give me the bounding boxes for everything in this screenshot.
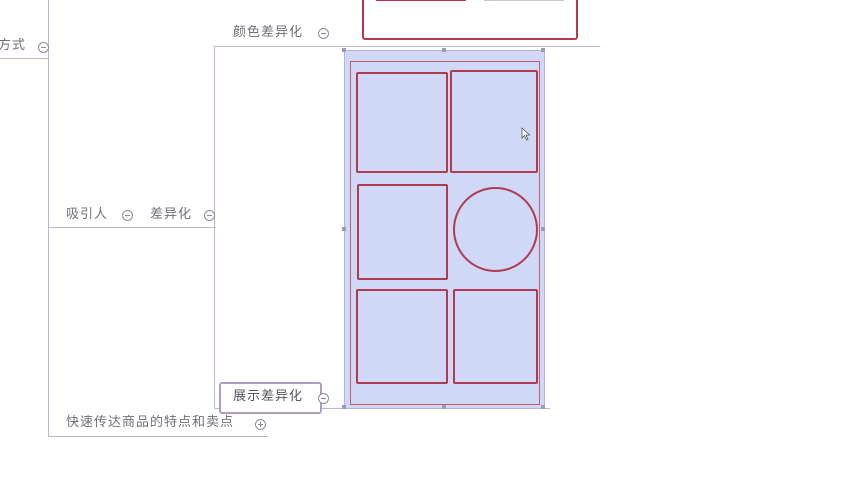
image-cell	[356, 289, 448, 384]
image-circle	[453, 187, 538, 272]
mouse-cursor-icon	[521, 127, 531, 141]
resize-handle[interactable]	[541, 48, 545, 52]
image-cell	[453, 289, 538, 384]
selected-image[interactable]	[344, 50, 545, 409]
node-diff[interactable]: 差异化	[150, 207, 192, 223]
node-color-diff[interactable]: 颜色差异化	[233, 25, 303, 41]
collapse-toggle[interactable]	[318, 28, 329, 39]
image-cell	[450, 70, 538, 173]
image-cell	[356, 72, 448, 173]
collapse-toggle[interactable]	[38, 42, 49, 53]
connector-line	[48, 227, 216, 228]
resize-handle[interactable]	[342, 227, 346, 231]
connector-line	[48, 436, 268, 437]
connector-line	[214, 46, 600, 47]
resize-handle[interactable]	[442, 48, 446, 52]
resize-handle[interactable]	[541, 405, 545, 409]
thumbnail-strip	[376, 0, 466, 1]
resize-handle[interactable]	[442, 405, 446, 409]
node-fangshi[interactable]: 方式	[0, 38, 26, 54]
resize-handle[interactable]	[342, 405, 346, 409]
connector-line	[48, 0, 49, 437]
node-display-diff: 展示差异化	[233, 389, 304, 404]
image-thumbnail-top[interactable]	[362, 0, 578, 40]
collapse-toggle[interactable]	[122, 210, 133, 221]
thumbnail-strip	[484, 0, 564, 1]
connector-line	[214, 46, 215, 408]
node-convey[interactable]: 快速传达商品的特点和卖点	[66, 415, 234, 431]
node-display-diff-selected[interactable]: 展示差异化	[219, 382, 322, 414]
expand-toggle[interactable]	[255, 419, 266, 430]
resize-handle[interactable]	[541, 227, 545, 231]
collapse-toggle[interactable]	[318, 393, 329, 404]
collapse-toggle[interactable]	[204, 210, 215, 221]
resize-handle[interactable]	[342, 48, 346, 52]
node-attract[interactable]: 吸引人	[66, 207, 108, 223]
connector-line	[0, 58, 48, 59]
image-cell	[357, 184, 448, 280]
